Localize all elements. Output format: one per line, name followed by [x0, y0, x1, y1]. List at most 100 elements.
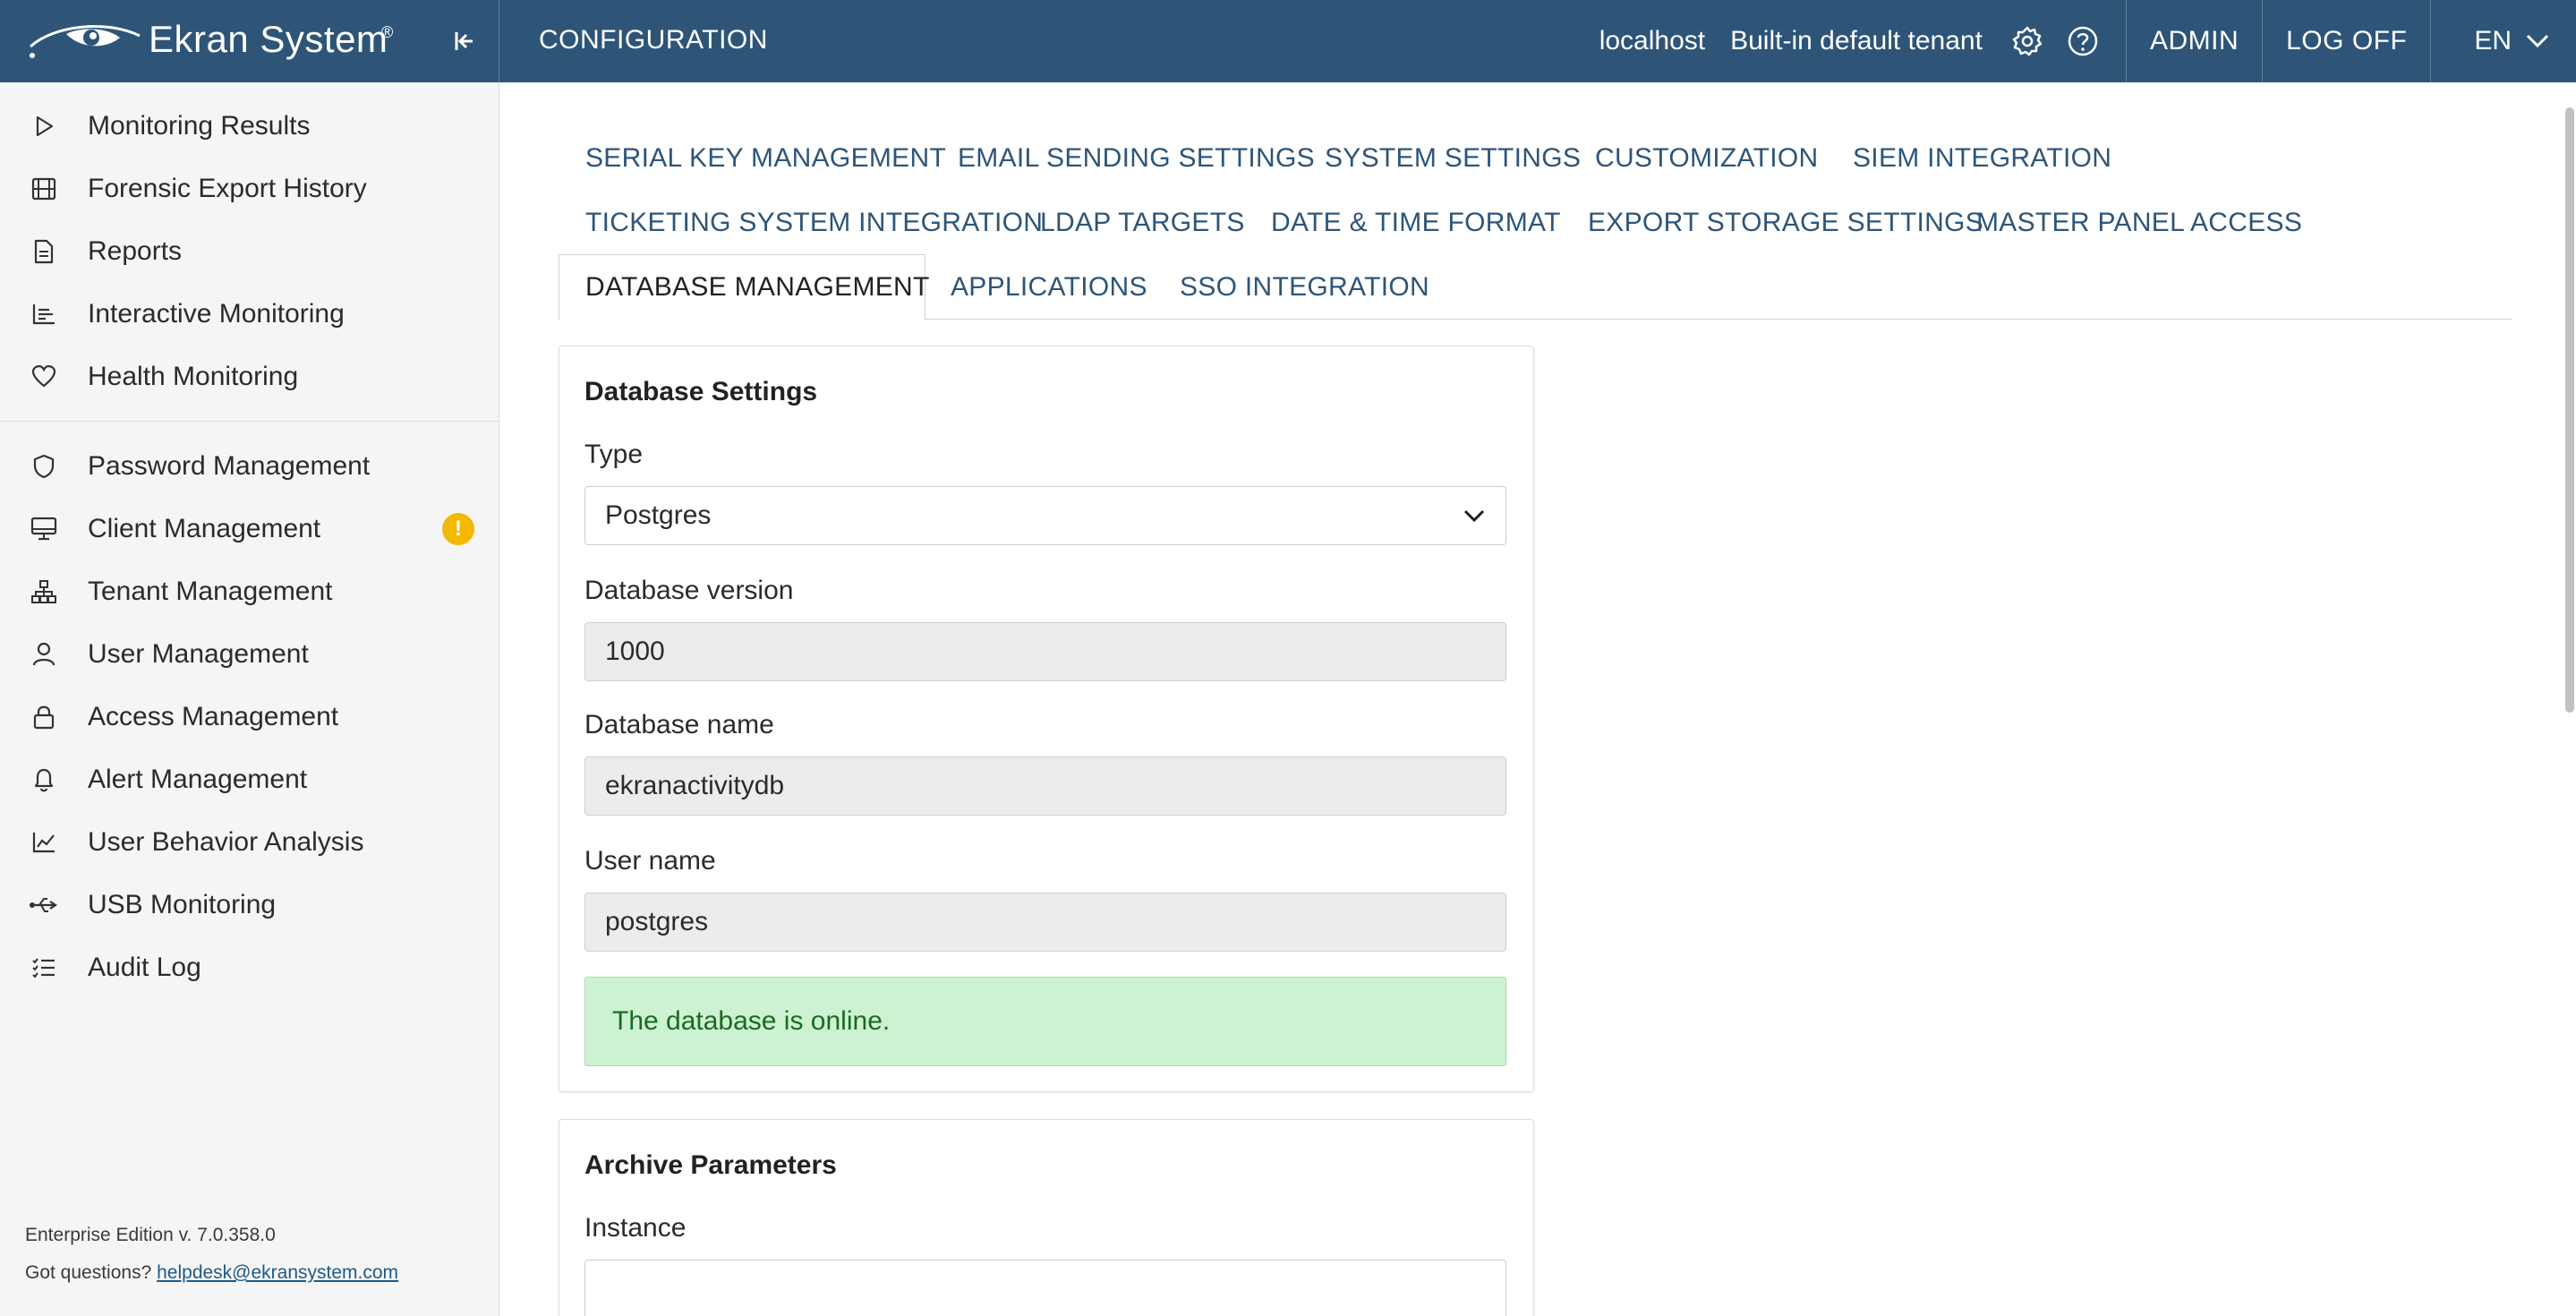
- logoff-button[interactable]: LOG OFF: [2263, 26, 2430, 56]
- sidebar-item-label: Interactive Monitoring: [88, 299, 345, 329]
- admin-button[interactable]: ADMIN: [2127, 26, 2262, 56]
- monitor-icon: [29, 514, 59, 544]
- tab-sso-integration[interactable]: SSO INTEGRATION: [1180, 272, 1429, 303]
- sidebar-item-label: Access Management: [88, 702, 339, 731]
- tab-siem-integration[interactable]: SIEM INTEGRATION: [1853, 143, 2111, 174]
- settings-button[interactable]: [2009, 23, 2045, 59]
- support-info: Got questions? helpdesk@ekransystem.com: [25, 1262, 398, 1284]
- chevron-down-icon: [2526, 34, 2549, 48]
- page-scrollbar[interactable]: [2565, 107, 2574, 713]
- play-icon: [29, 111, 59, 141]
- database-status-text: The database is online.: [612, 1006, 891, 1036]
- language-value: EN: [2474, 26, 2512, 56]
- tab-date-time-format[interactable]: DATE & TIME FORMAT: [1271, 208, 1561, 238]
- lock-icon: [29, 702, 59, 732]
- language-selector[interactable]: EN: [2431, 26, 2576, 56]
- database-name-field: ekranactivitydb: [584, 756, 1506, 816]
- ekran-logo-icon: [29, 25, 141, 58]
- database-name-value: ekranactivitydb: [605, 771, 785, 800]
- support-email-link[interactable]: helpdesk@ekransystem.com: [157, 1262, 398, 1283]
- instance-input[interactable]: [584, 1260, 1506, 1316]
- bar-chart-icon: [29, 299, 59, 329]
- tab-ticketing-system-integration[interactable]: TICKETING SYSTEM INTEGRATION: [585, 208, 1043, 238]
- database-version-value: 1000: [605, 637, 665, 666]
- type-select[interactable]: Postgres: [584, 486, 1506, 545]
- tab-email-sending-settings[interactable]: EMAIL SENDING SETTINGS: [958, 143, 1315, 174]
- bell-icon: [29, 765, 59, 795]
- sidebar-item-alert-management[interactable]: Alert Management: [0, 748, 499, 811]
- tab-customization[interactable]: CUSTOMIZATION: [1595, 143, 1818, 174]
- sidebar-item-label: Password Management: [88, 451, 371, 481]
- warning-badge: !: [442, 513, 474, 545]
- checklist-icon: [29, 953, 59, 983]
- sidebar-item-forensic-export-history[interactable]: Forensic Export History: [0, 158, 499, 220]
- header-right: localhost Built-in default tenant ADMIN …: [1599, 0, 2576, 82]
- user-name-field: postgres: [584, 893, 1506, 952]
- trend-icon: [29, 827, 59, 858]
- brand-registered-mark: ®: [381, 23, 394, 41]
- sidebar-item-label: Alert Management: [88, 765, 308, 794]
- usb-icon: [29, 890, 59, 920]
- sidebar-divider: [0, 421, 499, 422]
- support-question: Got questions?: [25, 1262, 152, 1283]
- sidebar-item-password-management[interactable]: Password Management: [0, 435, 499, 498]
- sidebar-item-label: Forensic Export History: [88, 174, 367, 203]
- document-icon: [29, 236, 59, 267]
- sidebar-item-label: Health Monitoring: [88, 362, 299, 391]
- shield-icon: [29, 451, 59, 482]
- sidebar-item-label: Audit Log: [88, 953, 201, 982]
- sidebar-item-tenant-management[interactable]: Tenant Management: [0, 560, 499, 623]
- tab-applications[interactable]: APPLICATIONS: [951, 272, 1147, 303]
- sidebar-item-interactive-monitoring[interactable]: Interactive Monitoring: [0, 283, 499, 346]
- tab-database-management[interactable]: DATABASE MANAGEMENT: [585, 272, 930, 303]
- archive-parameters-title: Archive Parameters: [584, 1150, 837, 1180]
- user-name-label: User name: [584, 846, 716, 876]
- database-status-message: The database is online.: [584, 977, 1506, 1066]
- sidebar-item-audit-log[interactable]: Audit Log: [0, 936, 499, 999]
- edition-info: Enterprise Edition v. 7.0.358.0: [25, 1225, 276, 1245]
- database-version-label: Database version: [584, 576, 794, 605]
- sidebar-item-reports[interactable]: Reports: [0, 220, 499, 283]
- database-version-field: 1000: [584, 622, 1506, 681]
- sidebar-item-label: Monitoring Results: [88, 111, 311, 141]
- user-icon: [29, 639, 59, 670]
- sidebar-item-label: Tenant Management: [88, 577, 333, 606]
- chevron-down-icon: [1463, 509, 1485, 523]
- collapse-left-icon: [455, 32, 473, 50]
- tab-system-settings[interactable]: SYSTEM SETTINGS: [1325, 143, 1581, 174]
- heart-icon: [29, 362, 59, 392]
- help-button[interactable]: [2065, 23, 2101, 59]
- sidebar-item-client-management[interactable]: Client Management !: [0, 498, 499, 560]
- sidebar-item-label: Client Management: [88, 514, 321, 543]
- sidebar-item-label: USB Monitoring: [88, 890, 277, 919]
- sidebar-item-usb-monitoring[interactable]: USB Monitoring: [0, 874, 499, 936]
- sidebar-item-user-management[interactable]: User Management: [0, 623, 499, 686]
- sidebar-item-label: User Behavior Analysis: [88, 827, 364, 857]
- gear-icon: [2012, 26, 2043, 56]
- type-value: Postgres: [605, 500, 712, 530]
- host-name: localhost: [1599, 26, 1706, 56]
- brand-name: Ekran System: [149, 18, 388, 60]
- sidebar-item-user-behavior-analysis[interactable]: User Behavior Analysis: [0, 811, 499, 874]
- brand-area: Ekran System ®: [0, 0, 499, 82]
- top-bar: Ekran System ® CONFIGURATION localhost B…: [0, 0, 2576, 82]
- sidebar-item-health-monitoring[interactable]: Health Monitoring: [0, 346, 499, 408]
- sidebar: Monitoring Results Forensic Export Histo…: [0, 82, 499, 1316]
- database-settings-title: Database Settings: [584, 377, 818, 406]
- tab-serial-key-management[interactable]: SERIAL KEY MANAGEMENT: [585, 143, 946, 174]
- tab-ldap-targets[interactable]: LDAP TARGETS: [1040, 208, 1245, 238]
- question-icon: [2068, 26, 2098, 56]
- sidebar-item-access-management[interactable]: Access Management: [0, 686, 499, 748]
- collapse-sidebar-button[interactable]: [448, 23, 483, 59]
- tab-master-panel-access[interactable]: MASTER PANEL ACCESS: [1976, 208, 2302, 238]
- hierarchy-icon: [29, 577, 59, 607]
- film-icon: [29, 174, 59, 204]
- page-title: CONFIGURATION: [539, 25, 768, 55]
- database-name-label: Database name: [584, 710, 774, 739]
- tab-export-storage-settings[interactable]: EXPORT STORAGE SETTINGS: [1588, 208, 1983, 238]
- archive-parameters-card: Archive Parameters Instance: [559, 1119, 1534, 1316]
- sidebar-item-label: Reports: [88, 236, 183, 266]
- sidebar-item-monitoring-results[interactable]: Monitoring Results: [0, 95, 499, 158]
- tenant-name: Built-in default tenant: [1730, 26, 1983, 56]
- user-name-value: postgres: [605, 907, 709, 936]
